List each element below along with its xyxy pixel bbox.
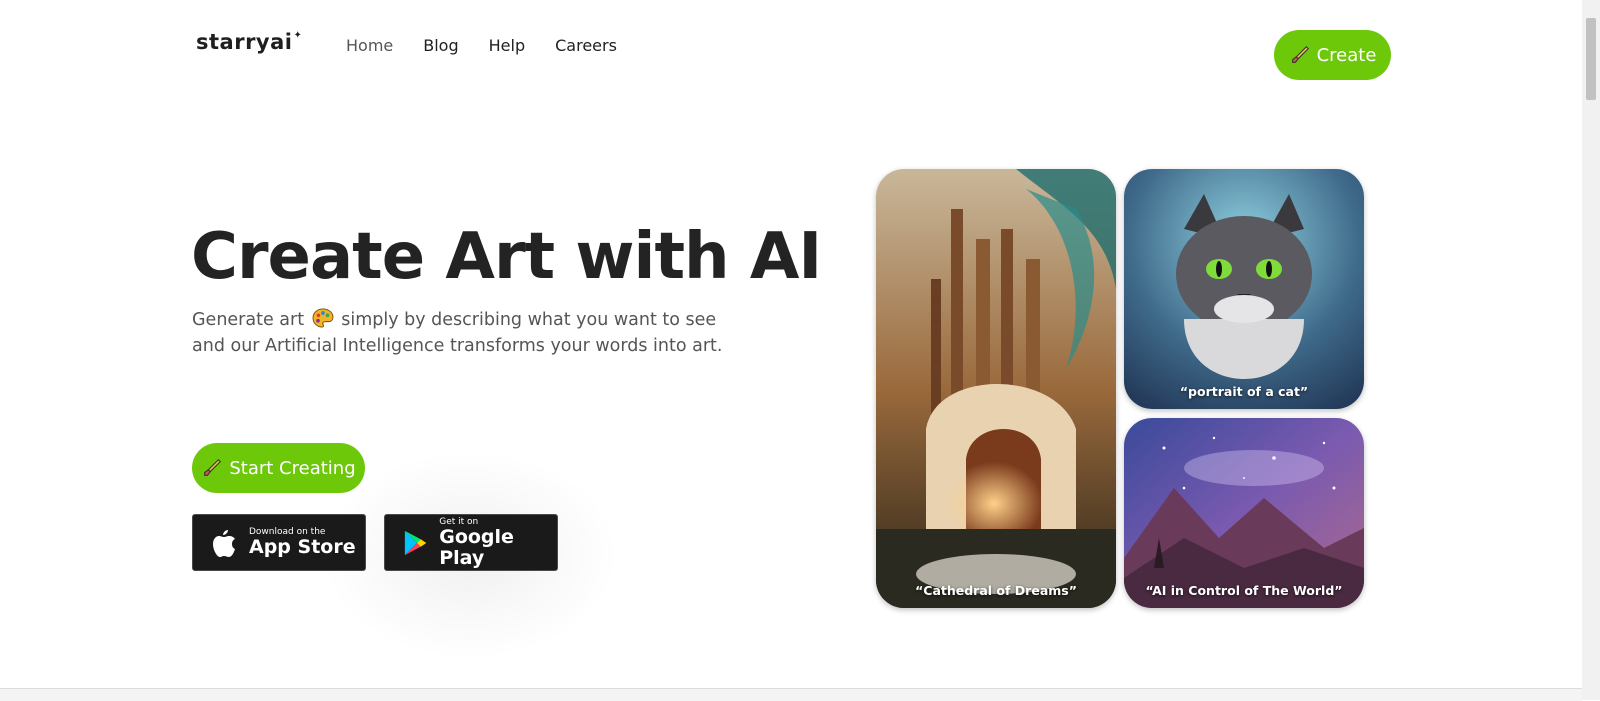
start-creating-button[interactable]: Start Creating: [192, 443, 365, 493]
google-play-text: Get it on Google Play: [439, 517, 557, 569]
paintbrush-icon: [1291, 45, 1309, 63]
cat-caption: “portrait of a cat”: [1179, 384, 1309, 399]
create-button-label: Create: [1316, 44, 1377, 66]
cat-portrait-artwork: [1124, 169, 1364, 409]
brand-name: starryai: [196, 30, 293, 54]
create-button[interactable]: Create: [1274, 30, 1391, 80]
start-creating-label: Start Creating: [229, 457, 356, 479]
page-bottom-edge: [0, 688, 1582, 701]
google-play-button[interactable]: Get it on Google Play: [384, 514, 558, 571]
cathedral-caption: “Cathedral of Dreams”: [915, 583, 1077, 598]
app-store-text: Download on the App Store: [249, 527, 356, 558]
scrollbar-track[interactable]: [1582, 0, 1600, 700]
logo-star-icon: ✦: [293, 30, 303, 41]
gallery-card-space[interactable]: “AI in Control of The World”: [1124, 418, 1364, 608]
app-store-big: App Store: [249, 536, 356, 558]
site-header: starryai✦ Home Blog Help Careers Create: [0, 0, 1582, 110]
space-mountain-artwork: [1124, 418, 1364, 608]
gallery-card-cat[interactable]: “portrait of a cat”: [1124, 169, 1364, 409]
apple-icon: [213, 529, 235, 557]
brand-logo[interactable]: starryai✦: [196, 30, 302, 54]
nav-blog-link[interactable]: Blog: [423, 36, 458, 55]
artist-palette-icon: [312, 308, 334, 328]
google-play-small: Get it on: [439, 516, 479, 527]
app-store-button[interactable]: Download on the App Store: [192, 514, 366, 571]
hero-subtitle-start: Generate art: [192, 310, 305, 330]
cathedral-artwork: [876, 169, 1116, 608]
nav-careers-link[interactable]: Careers: [555, 36, 617, 55]
space-caption: “AI in Control of The World”: [1145, 583, 1343, 598]
paintbrush-icon: [204, 458, 222, 476]
google-play-icon: [404, 530, 427, 555]
nav-home-link[interactable]: Home: [346, 36, 393, 55]
hero-subtitle: Generate art simply by describing what y…: [192, 307, 752, 359]
hero-title: Create Art with AI: [191, 220, 822, 294]
scrollbar-thumb[interactable]: [1586, 18, 1596, 100]
main-nav: Home Blog Help Careers: [346, 36, 617, 55]
google-play-big: Google Play: [439, 525, 514, 569]
gallery-card-cathedral[interactable]: “Cathedral of Dreams”: [876, 169, 1116, 608]
nav-help-link[interactable]: Help: [489, 36, 525, 55]
